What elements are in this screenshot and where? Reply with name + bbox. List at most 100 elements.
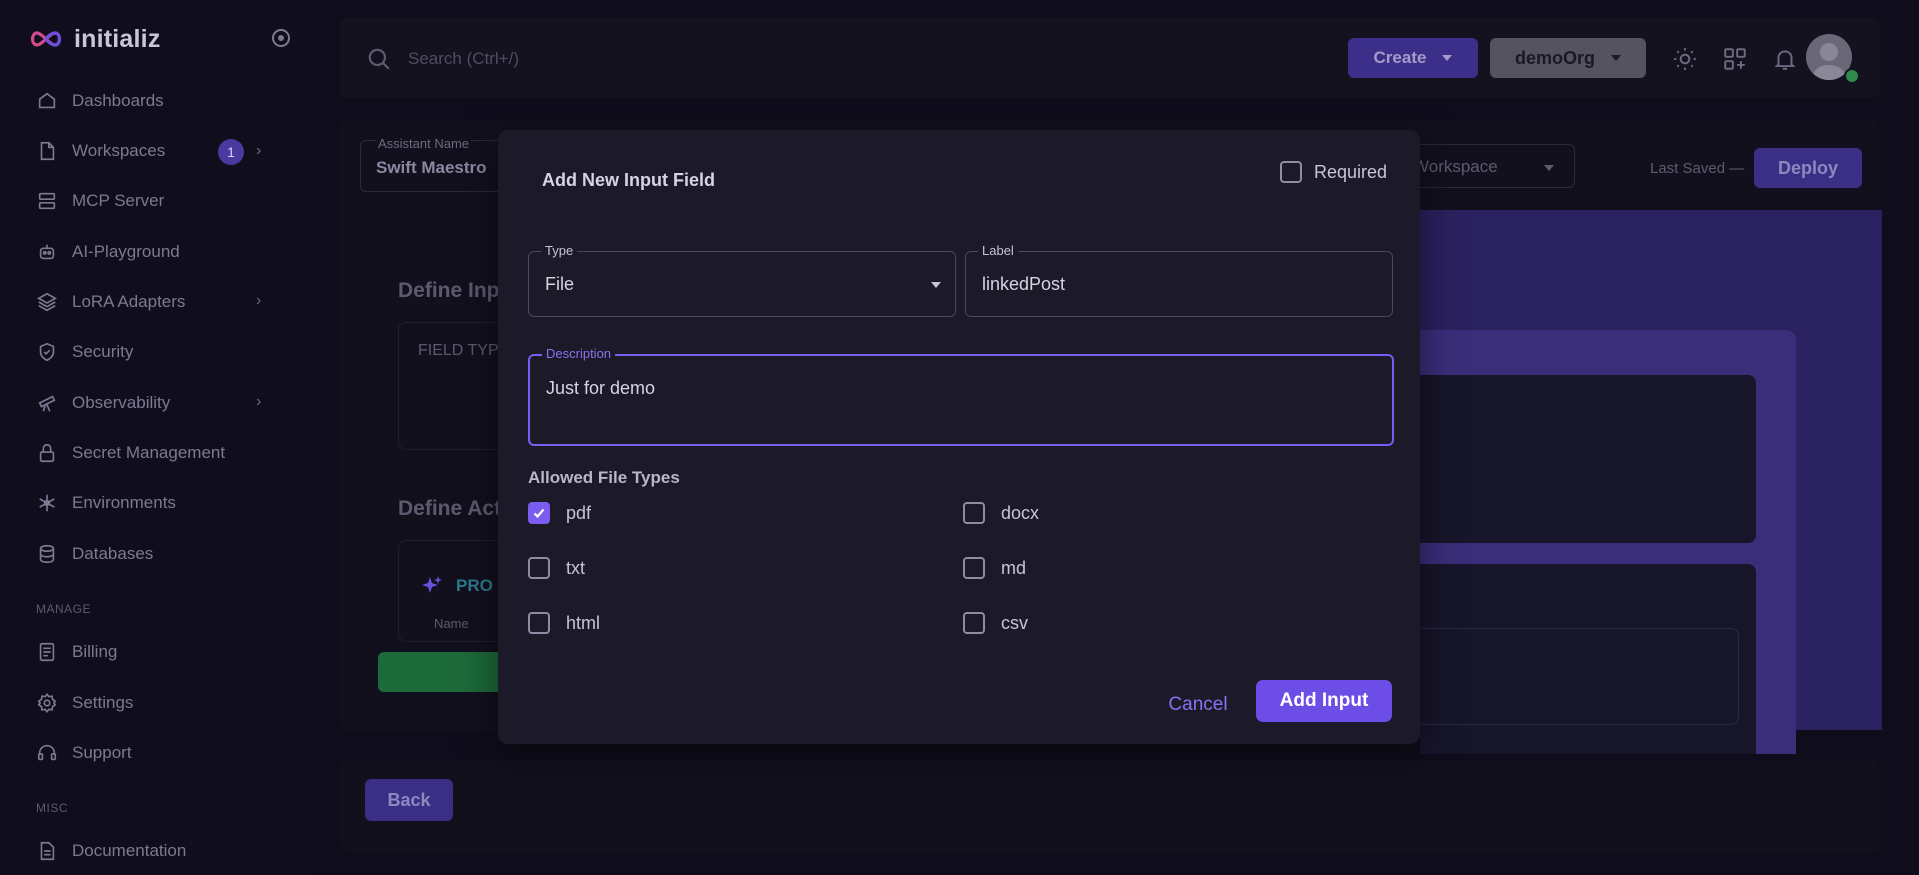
deploy-button[interactable]: Deploy xyxy=(1754,148,1862,188)
file-type-label: pdf xyxy=(566,502,592,523)
file-type-txt-checkbox[interactable]: txt xyxy=(528,557,585,579)
bottom-action-bar xyxy=(340,760,1880,852)
last-saved-status: Last Saved — xyxy=(1650,160,1745,177)
required-checkbox-box[interactable] xyxy=(1280,161,1302,183)
preview-content-block xyxy=(1420,375,1756,543)
md-checkbox-box[interactable] xyxy=(963,557,985,579)
file-type-docx-checkbox[interactable]: docx xyxy=(963,502,1039,524)
sidebar-item-secret-management[interactable]: Secret Management xyxy=(36,438,225,468)
assistant-name-value: Swift Maestro xyxy=(376,158,487,177)
sidebar-item-dashboards[interactable]: Dashboards xyxy=(36,86,164,116)
sidebar-item-workspaces[interactable]: Workspaces xyxy=(36,136,165,166)
add-input-button[interactable]: Add Input xyxy=(1256,680,1392,722)
workspace-select[interactable]: Workspace xyxy=(1400,144,1575,188)
define-actions-heading: Define Act xyxy=(398,497,502,520)
search-input[interactable] xyxy=(406,44,910,74)
chevron-down-icon xyxy=(1442,55,1453,61)
sidebar-item-lora-adapters[interactable]: LoRA Adapters xyxy=(36,287,185,317)
description-textarea[interactable]: Description Just for demo xyxy=(528,346,1394,446)
sidebar: initializ Dashboards Workspaces 1 › MCP … xyxy=(0,0,310,875)
misc-section-heading: MISC xyxy=(36,801,68,815)
file-type-label: md xyxy=(1001,557,1027,578)
sidebar-item-label: MCP Server xyxy=(72,191,165,210)
csv-checkbox-box[interactable] xyxy=(963,612,985,634)
snowflake-icon xyxy=(39,494,55,512)
create-button-label: Create xyxy=(1373,48,1427,67)
file-type-label: html xyxy=(566,612,601,633)
sidebar-item-label: Workspaces xyxy=(72,141,166,160)
sidebar-item-label: Settings xyxy=(72,693,134,712)
sidebar-item-ai-playground[interactable]: AI-Playground xyxy=(36,237,180,267)
sidebar-item-documentation[interactable]: Documentation xyxy=(36,836,186,866)
telescope-icon xyxy=(38,395,56,412)
sidebar-item-label: Dashboards xyxy=(72,91,164,110)
sidebar-item-label: AI-Playground xyxy=(72,242,180,261)
docx-checkbox-box[interactable] xyxy=(963,502,985,524)
sidebar-item-support[interactable]: Support xyxy=(36,738,132,768)
sidebar-item-label: Observability xyxy=(72,393,171,412)
html-checkbox-box[interactable] xyxy=(528,612,550,634)
sidebar-item-observability[interactable]: Observability xyxy=(36,388,170,418)
sparkle-icon xyxy=(422,576,442,593)
file-icon xyxy=(40,141,55,161)
back-button[interactable]: Back xyxy=(365,779,453,821)
cancel-button[interactable]: Cancel xyxy=(1158,685,1238,725)
search-icon xyxy=(368,48,390,70)
online-status-dot xyxy=(1844,68,1860,84)
label-input[interactable]: Label linkedPost xyxy=(965,243,1393,317)
label-input-value: linkedPost xyxy=(982,274,1066,294)
server-icon xyxy=(38,192,56,210)
allowed-file-types-heading: Allowed File Types xyxy=(528,468,680,487)
apps-grid-add-icon[interactable] xyxy=(1722,46,1748,72)
run-button[interactable] xyxy=(378,652,498,692)
sidebar-item-settings[interactable]: Settings xyxy=(36,688,133,718)
sidebar-item-label: Databases xyxy=(72,544,154,563)
workspaces-count-badge: 1 xyxy=(218,139,244,165)
sidebar-item-label: LoRA Adapters xyxy=(72,292,186,311)
txt-checkbox-box[interactable] xyxy=(528,557,550,579)
file-type-md-checkbox[interactable]: md xyxy=(963,557,1026,579)
receipt-icon xyxy=(39,642,55,662)
sidebar-item-databases[interactable]: Databases xyxy=(36,539,153,569)
org-name: demoOrg xyxy=(1514,47,1595,68)
shield-icon xyxy=(39,342,55,362)
sidebar-item-billing[interactable]: Billing xyxy=(36,637,117,667)
chevron-down-icon xyxy=(1544,165,1554,171)
org-switcher-button[interactable]: demoOrg xyxy=(1490,38,1646,78)
pdf-checkbox-box[interactable] xyxy=(528,502,550,524)
sidebar-item-security[interactable]: Security xyxy=(36,337,133,367)
brand-name: initializ xyxy=(74,24,161,53)
manage-section-heading: MANAGE xyxy=(36,602,92,616)
add-input-field-dialog: Add New Input Field Required Type File L… xyxy=(498,130,1420,744)
required-checkbox[interactable]: Required xyxy=(1280,161,1387,183)
sun-icon[interactable] xyxy=(1672,46,1698,72)
sidebar-item-environments[interactable]: Environments xyxy=(36,488,176,518)
preview-input-box xyxy=(1420,628,1739,725)
chevron-right-icon: › xyxy=(256,142,262,159)
label-input-label: Label xyxy=(978,243,1018,258)
dialog-title: Add New Input Field xyxy=(542,170,715,190)
bell-icon[interactable] xyxy=(1772,46,1798,72)
file-type-html-checkbox[interactable]: html xyxy=(528,612,600,634)
brand[interactable]: initializ xyxy=(28,24,161,54)
file-type-pdf-checkbox[interactable]: pdf xyxy=(528,502,591,524)
prompt-name-label: Name xyxy=(434,616,469,631)
file-type-label: csv xyxy=(1001,612,1028,633)
define-inputs-heading: Define Inp xyxy=(398,279,500,302)
type-select[interactable]: Type File xyxy=(528,243,956,317)
file-type-label: txt xyxy=(566,557,586,578)
type-select-label: Type xyxy=(541,243,578,258)
create-button[interactable]: Create xyxy=(1348,38,1478,78)
home-icon xyxy=(38,92,56,109)
sidebar-collapse-button[interactable] xyxy=(272,29,290,47)
prompt-label-text: PRO xyxy=(456,576,493,595)
sidebar-item-label: Billing xyxy=(72,642,118,661)
sidebar-item-label: Secret Management xyxy=(72,443,226,462)
file-type-label: docx xyxy=(1001,502,1040,523)
sidebar-item-mcp-server[interactable]: MCP Server xyxy=(36,186,164,216)
file-type-csv-checkbox[interactable]: csv xyxy=(963,612,1028,634)
description-textarea-label: Description xyxy=(542,346,616,361)
chevron-right-icon: › xyxy=(256,393,262,410)
field-type-column-header: FIELD TYP xyxy=(418,342,499,359)
layers-icon xyxy=(37,292,57,312)
